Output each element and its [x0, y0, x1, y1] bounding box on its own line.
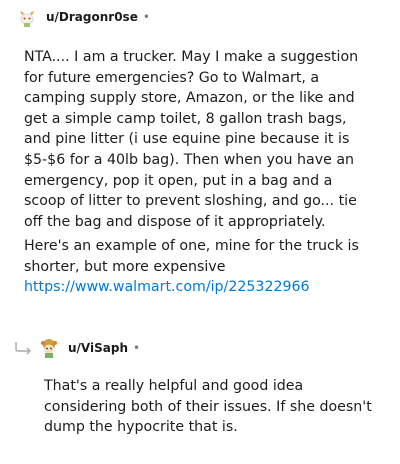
reply-text: That's a really helpful and good idea co…	[44, 378, 372, 436]
reply-body: That's a really helpful and good idea co…	[44, 376, 380, 438]
separator-dot: •	[142, 10, 150, 24]
reply-username[interactable]: u/ViSaph	[68, 341, 128, 355]
snoo-avatar-icon[interactable]	[16, 6, 38, 28]
reply-arrow-icon	[14, 340, 34, 359]
reply-header: u/ViSaph •	[38, 335, 140, 361]
comment-username[interactable]: u/Dragonr0se	[46, 10, 138, 24]
walmart-link[interactable]: https://www.walmart.com/ip/225322966	[24, 279, 310, 295]
comment-body-2: Here's an example of one, mine for the t…	[24, 236, 376, 298]
comment-body: NTA.... I am a trucker. May I make a sug…	[24, 47, 376, 232]
snoo-avatar-icon[interactable]	[38, 337, 60, 359]
separator-dot: •	[133, 341, 141, 355]
comment-paragraph-1: NTA.... I am a trucker. May I make a sug…	[24, 49, 359, 230]
comment-header: u/Dragonr0se •	[16, 4, 150, 30]
comment-paragraph-2: Here's an example of one, mine for the t…	[24, 238, 359, 275]
